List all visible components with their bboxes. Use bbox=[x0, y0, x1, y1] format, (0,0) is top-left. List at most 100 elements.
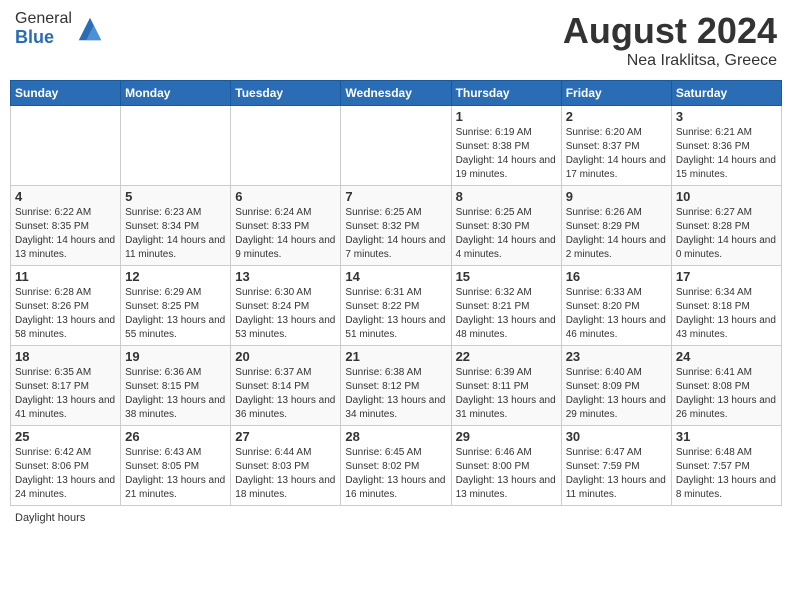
calendar-cell: 1Sunrise: 6:19 AMSunset: 8:38 PMDaylight… bbox=[451, 106, 561, 186]
day-number: 22 bbox=[456, 349, 557, 364]
calendar-cell: 22Sunrise: 6:39 AMSunset: 8:11 PMDayligh… bbox=[451, 346, 561, 426]
day-info: Sunrise: 6:30 AMSunset: 8:24 PMDaylight:… bbox=[235, 286, 336, 342]
day-number: 13 bbox=[235, 269, 336, 284]
day-info: Sunrise: 6:27 AMSunset: 8:28 PMDaylight:… bbox=[676, 206, 777, 262]
day-info: Sunrise: 6:46 AMSunset: 8:00 PMDaylight:… bbox=[456, 446, 557, 502]
day-info: Sunrise: 6:21 AMSunset: 8:36 PMDaylight:… bbox=[676, 126, 777, 182]
calendar-cell bbox=[231, 106, 341, 186]
day-number: 23 bbox=[566, 349, 667, 364]
calendar-cell: 28Sunrise: 6:45 AMSunset: 8:02 PMDayligh… bbox=[341, 426, 451, 506]
calendar-week-row: 18 Sunrise: 6:35 AMSunset: 8:17 PMDayligh… bbox=[11, 346, 782, 426]
day-info: Sunrise: 6:31 AMSunset: 8:22 PMDaylight:… bbox=[345, 286, 446, 342]
day-number: 11 bbox=[15, 269, 116, 284]
day-number: 10 bbox=[676, 189, 777, 204]
day-info: Sunrise: 6:35 AMSunset: 8:17 PMDaylight:… bbox=[15, 366, 116, 422]
calendar-title: August 2024 bbox=[563, 10, 777, 52]
calendar-table: SundayMondayTuesdayWednesdayThursdayFrid… bbox=[10, 80, 782, 506]
day-info: Sunrise: 6:47 AMSunset: 7:59 PMDaylight:… bbox=[566, 446, 667, 502]
calendar-cell: 8 Sunrise: 6:25 AMSunset: 8:30 PMDaylight… bbox=[451, 186, 561, 266]
calendar-cell: 19 Sunrise: 6:36 AMSunset: 8:15 PMDayligh… bbox=[121, 346, 231, 426]
title-block: August 2024 Nea Iraklitsa, Greece bbox=[563, 10, 777, 70]
day-info: Sunrise: 6:24 AMSunset: 8:33 PMDaylight:… bbox=[235, 206, 336, 262]
day-info: Sunrise: 6:28 AMSunset: 8:26 PMDaylight:… bbox=[15, 286, 116, 342]
day-number: 28 bbox=[345, 429, 446, 444]
calendar-cell: 6 Sunrise: 6:24 AMSunset: 8:33 PMDaylight… bbox=[231, 186, 341, 266]
calendar-cell: 13 Sunrise: 6:30 AMSunset: 8:24 PMDayligh… bbox=[231, 266, 341, 346]
day-number: 21 bbox=[345, 349, 446, 364]
day-number: 6 bbox=[235, 189, 336, 204]
footer-note: Daylight hours bbox=[10, 512, 782, 524]
calendar-cell: 2 Sunrise: 6:20 AMSunset: 8:37 PMDaylight… bbox=[561, 106, 671, 186]
calendar-cell: 16 Sunrise: 6:33 AMSunset: 8:20 PMDayligh… bbox=[561, 266, 671, 346]
logo: General Blue bbox=[15, 10, 105, 47]
day-number: 19 bbox=[125, 349, 226, 364]
calendar-cell: 30Sunrise: 6:47 AMSunset: 7:59 PMDayligh… bbox=[561, 426, 671, 506]
calendar-cell: 23Sunrise: 6:40 AMSunset: 8:09 PMDayligh… bbox=[561, 346, 671, 426]
day-number: 5 bbox=[125, 189, 226, 204]
day-of-week-header: Monday bbox=[121, 81, 231, 106]
day-number: 8 bbox=[456, 189, 557, 204]
calendar-cell bbox=[341, 106, 451, 186]
calendar-cell: 9 Sunrise: 6:26 AMSunset: 8:29 PMDaylight… bbox=[561, 186, 671, 266]
calendar-cell: 7Sunrise: 6:25 AMSunset: 8:32 PMDaylight… bbox=[341, 186, 451, 266]
day-info: Sunrise: 6:19 AMSunset: 8:38 PMDaylight:… bbox=[456, 126, 557, 182]
day-info: Sunrise: 6:20 AMSunset: 8:37 PMDaylight:… bbox=[566, 126, 667, 182]
calendar-week-row: 4Sunrise: 6:22 AMSunset: 8:35 PMDaylight… bbox=[11, 186, 782, 266]
day-info: Sunrise: 6:33 AMSunset: 8:20 PMDaylight:… bbox=[566, 286, 667, 342]
day-number: 3 bbox=[676, 109, 777, 124]
calendar-cell: 20Sunrise: 6:37 AMSunset: 8:14 PMDayligh… bbox=[231, 346, 341, 426]
day-of-week-header: Friday bbox=[561, 81, 671, 106]
day-info: Sunrise: 6:37 AMSunset: 8:14 PMDaylight:… bbox=[235, 366, 336, 422]
calendar-cell: 12 Sunrise: 6:29 AMSunset: 8:25 PMDayligh… bbox=[121, 266, 231, 346]
day-number: 31 bbox=[676, 429, 777, 444]
day-number: 12 bbox=[125, 269, 226, 284]
day-number: 17 bbox=[676, 269, 777, 284]
calendar-cell: 27 Sunrise: 6:44 AMSunset: 8:03 PMDayligh… bbox=[231, 426, 341, 506]
calendar-cell bbox=[11, 106, 121, 186]
calendar-cell: 3 Sunrise: 6:21 AMSunset: 8:36 PMDaylight… bbox=[671, 106, 781, 186]
day-info: Sunrise: 6:22 AMSunset: 8:35 PMDaylight:… bbox=[15, 206, 116, 262]
day-info: Sunrise: 6:44 AMSunset: 8:03 PMDaylight:… bbox=[235, 446, 336, 502]
logo-blue-text: Blue bbox=[15, 27, 54, 47]
calendar-cell: 4Sunrise: 6:22 AMSunset: 8:35 PMDaylight… bbox=[11, 186, 121, 266]
calendar-cell: 15 Sunrise: 6:32 AMSunset: 8:21 PMDayligh… bbox=[451, 266, 561, 346]
calendar-week-row: 1Sunrise: 6:19 AMSunset: 8:38 PMDaylight… bbox=[11, 106, 782, 186]
calendar-cell: 11 Sunrise: 6:28 AMSunset: 8:26 PMDayligh… bbox=[11, 266, 121, 346]
calendar-subtitle: Nea Iraklitsa, Greece bbox=[563, 52, 777, 70]
day-number: 18 bbox=[15, 349, 116, 364]
day-info: Sunrise: 6:25 AMSunset: 8:30 PMDaylight:… bbox=[456, 206, 557, 262]
calendar-cell: 5 Sunrise: 6:23 AMSunset: 8:34 PMDaylight… bbox=[121, 186, 231, 266]
day-of-week-header: Wednesday bbox=[341, 81, 451, 106]
day-of-week-header: Sunday bbox=[11, 81, 121, 106]
day-info: Sunrise: 6:48 AMSunset: 7:57 PMDaylight:… bbox=[676, 446, 777, 502]
day-info: Sunrise: 6:25 AMSunset: 8:32 PMDaylight:… bbox=[345, 206, 446, 262]
calendar-cell: 24Sunrise: 6:41 AMSunset: 8:08 PMDayligh… bbox=[671, 346, 781, 426]
day-number: 9 bbox=[566, 189, 667, 204]
day-info: Sunrise: 6:23 AMSunset: 8:34 PMDaylight:… bbox=[125, 206, 226, 262]
day-number: 2 bbox=[566, 109, 667, 124]
day-number: 27 bbox=[235, 429, 336, 444]
day-number: 26 bbox=[125, 429, 226, 444]
calendar-cell: 31 Sunrise: 6:48 AMSunset: 7:57 PMDayligh… bbox=[671, 426, 781, 506]
day-info: Sunrise: 6:38 AMSunset: 8:12 PMDaylight:… bbox=[345, 366, 446, 422]
calendar-week-row: 11 Sunrise: 6:28 AMSunset: 8:26 PMDayligh… bbox=[11, 266, 782, 346]
day-info: Sunrise: 6:29 AMSunset: 8:25 PMDaylight:… bbox=[125, 286, 226, 342]
day-number: 15 bbox=[456, 269, 557, 284]
page-header: General Blue August 2024 Nea Iraklitsa, … bbox=[10, 10, 782, 70]
day-of-week-header: Tuesday bbox=[231, 81, 341, 106]
calendar-cell: 29 Sunrise: 6:46 AMSunset: 8:00 PMDayligh… bbox=[451, 426, 561, 506]
calendar-cell: 21 Sunrise: 6:38 AMSunset: 8:12 PMDayligh… bbox=[341, 346, 451, 426]
day-number: 29 bbox=[456, 429, 557, 444]
calendar-cell: 18 Sunrise: 6:35 AMSunset: 8:17 PMDayligh… bbox=[11, 346, 121, 426]
logo-icon bbox=[75, 14, 105, 44]
day-number: 25 bbox=[15, 429, 116, 444]
day-info: Sunrise: 6:36 AMSunset: 8:15 PMDaylight:… bbox=[125, 366, 226, 422]
day-info: Sunrise: 6:32 AMSunset: 8:21 PMDaylight:… bbox=[456, 286, 557, 342]
day-of-week-header: Thursday bbox=[451, 81, 561, 106]
day-info: Sunrise: 6:26 AMSunset: 8:29 PMDaylight:… bbox=[566, 206, 667, 262]
day-info: Sunrise: 6:41 AMSunset: 8:08 PMDaylight:… bbox=[676, 366, 777, 422]
calendar-cell bbox=[121, 106, 231, 186]
calendar-cell: 17Sunrise: 6:34 AMSunset: 8:18 PMDayligh… bbox=[671, 266, 781, 346]
day-number: 16 bbox=[566, 269, 667, 284]
calendar-cell: 26Sunrise: 6:43 AMSunset: 8:05 PMDayligh… bbox=[121, 426, 231, 506]
